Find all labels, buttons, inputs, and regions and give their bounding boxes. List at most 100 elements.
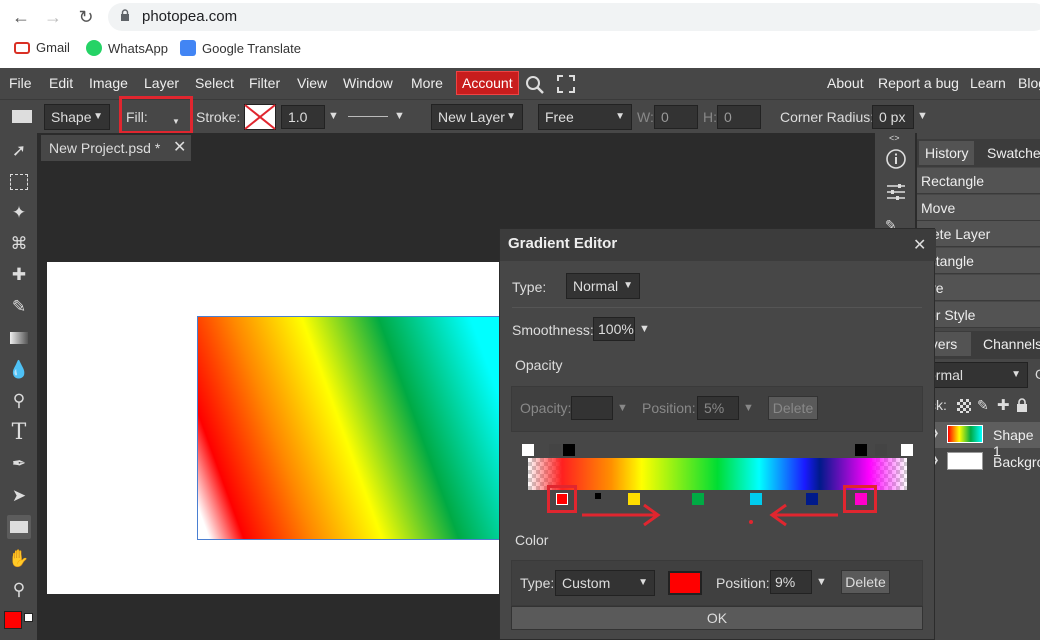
bookmark-google-translate[interactable]: Google Translate [180,40,301,56]
fullscreen-icon[interactable] [557,75,575,93]
menu-view[interactable]: View [297,75,327,91]
reload-icon[interactable]: ↻ [75,6,97,28]
menu-about[interactable]: About [827,75,864,91]
color-type-select[interactable]: Custom ▼ [555,570,655,596]
menu-filter[interactable]: Filter [249,75,280,91]
corner-radius-dropdown-icon[interactable]: ▼ [917,110,928,122]
stroke-style-preview[interactable] [348,116,388,117]
menu-learn[interactable]: Learn [970,75,1006,91]
layer-row[interactable]: ❯ Backgro [917,449,1040,475]
history-item[interactable]: ove [917,275,1040,301]
blur-tool-icon[interactable]: 💧 [7,358,31,382]
opacity-stop[interactable] [549,444,561,456]
tab-channels[interactable]: Channels [977,332,1040,356]
fill-dropdown-icon[interactable]: ▼ [172,117,180,126]
forward-icon[interactable]: → [42,6,64,28]
stroke-width-dropdown-icon[interactable]: ▼ [328,110,339,122]
opacity-stop[interactable] [855,444,867,456]
bookmark-whatsapp[interactable]: WhatsApp [86,40,168,56]
layer-row[interactable]: ❯ Shape 1 [917,422,1040,459]
lock-move-icon[interactable]: ✚ [997,396,1010,414]
color-stop[interactable] [855,493,867,505]
path-select-tool-icon[interactable]: ➤ [7,484,31,508]
stroke-style-dropdown-icon[interactable]: ▼ [394,110,405,122]
opacity-stop[interactable] [875,444,887,456]
menu-blog[interactable]: Blog [1018,75,1040,91]
foreground-color-swatch[interactable] [4,611,22,629]
history-item[interactable]: yer Style [917,302,1040,328]
color-stop[interactable] [556,493,568,505]
size-mode-select[interactable]: Free ▼ [538,104,632,130]
opacity-input[interactable] [571,396,613,420]
fill-label[interactable]: Fill: [126,109,148,125]
close-tab-icon[interactable]: ✕ [173,135,186,161]
menu-image[interactable]: Image [89,75,128,91]
lock-all-icon[interactable] [1016,398,1028,413]
background-color-swatch[interactable] [24,613,33,622]
healing-brush-tool-icon[interactable]: ✚ [7,263,31,287]
brush-tool-icon[interactable]: ✎ [7,295,31,319]
document-tab[interactable]: New Project.psd * ✕ [41,135,191,161]
crop-tool-icon[interactable]: ⌘ [7,232,31,256]
gradient-tool-icon[interactable] [7,326,31,350]
opacity-position-input[interactable]: 5% [697,396,739,420]
corner-radius-input[interactable]: 0 px [872,105,914,129]
smoothness-dropdown-icon[interactable]: ▼ [639,323,650,335]
history-item[interactable]: Rectangle [917,168,1040,194]
type-tool-icon[interactable]: T [7,421,31,445]
color-delete-button[interactable]: Delete [841,570,890,594]
menu-layer[interactable]: Layer [144,75,179,91]
opacity-position-dropdown-icon[interactable]: ▼ [743,402,754,414]
opacity-delete-button[interactable]: Delete [768,396,818,420]
magic-wand-tool-icon[interactable]: ✦ [7,201,31,225]
height-input[interactable]: 0 [717,105,761,129]
bookmark-gmail[interactable]: Gmail [14,40,70,55]
address-bar[interactable]: photopea.com [108,3,1040,31]
color-swatch[interactable] [668,571,702,595]
zoom-tool-icon[interactable]: ⚲ [7,578,31,602]
adjustments-icon[interactable] [885,181,907,203]
shape-tool-icon[interactable] [7,515,31,539]
expand-icon[interactable]: <> [889,133,900,143]
stroke-width-input[interactable]: 1.0 px [281,105,325,147]
close-icon[interactable]: ✕ [913,235,926,255]
tab-history[interactable]: History [919,141,974,165]
color-position-dropdown-icon[interactable]: ▼ [816,576,827,588]
opacity-stop[interactable] [522,444,534,456]
menu-window[interactable]: Window [343,75,393,91]
gradient-type-select[interactable]: Normal ▼ [566,273,640,299]
pen-tool-icon[interactable]: ✒ [7,452,31,476]
info-icon[interactable] [885,148,907,170]
gradient-rectangle[interactable] [197,316,502,540]
menu-select[interactable]: Select [195,75,234,91]
history-item[interactable]: Move [917,195,1040,221]
menu-more[interactable]: More [411,75,443,91]
lock-paint-icon[interactable]: ✎ [977,397,989,414]
shape-mode-select[interactable]: Shape ▼ [44,104,110,130]
color-stop[interactable] [692,493,704,505]
opacity-stop[interactable] [901,444,913,456]
marquee-tool-icon[interactable] [7,170,31,194]
blend-mode-select[interactable]: ormal ▼ [923,362,1028,388]
color-stop[interactable] [750,493,762,505]
opacity-dropdown-icon[interactable]: ▼ [617,402,628,414]
move-tool-icon[interactable]: ➚ [7,139,31,163]
stroke-color-swatch[interactable] [244,104,276,130]
account-button[interactable]: Account [456,71,519,95]
lock-transparency-icon[interactable] [957,399,971,413]
hand-tool-icon[interactable]: ✋ [7,547,31,571]
dodge-tool-icon[interactable]: ⚲ [7,389,31,413]
ok-button[interactable]: OK [511,606,923,630]
back-icon[interactable]: ← [10,6,32,28]
menu-report-bug[interactable]: Report a bug [878,75,959,91]
menu-edit[interactable]: Edit [49,75,73,91]
menu-file[interactable]: File [9,75,32,91]
color-position-input[interactable]: 9% [770,570,812,594]
opacity-stop[interactable] [563,444,575,456]
search-icon[interactable] [525,75,545,95]
smoothness-input[interactable]: 100% [593,317,635,341]
tab-swatches[interactable]: Swatches [981,141,1040,165]
width-input[interactable]: 0 [654,105,698,129]
canvas[interactable] [47,262,502,594]
layer-mode-select[interactable]: New Layer ▼ [431,104,523,130]
